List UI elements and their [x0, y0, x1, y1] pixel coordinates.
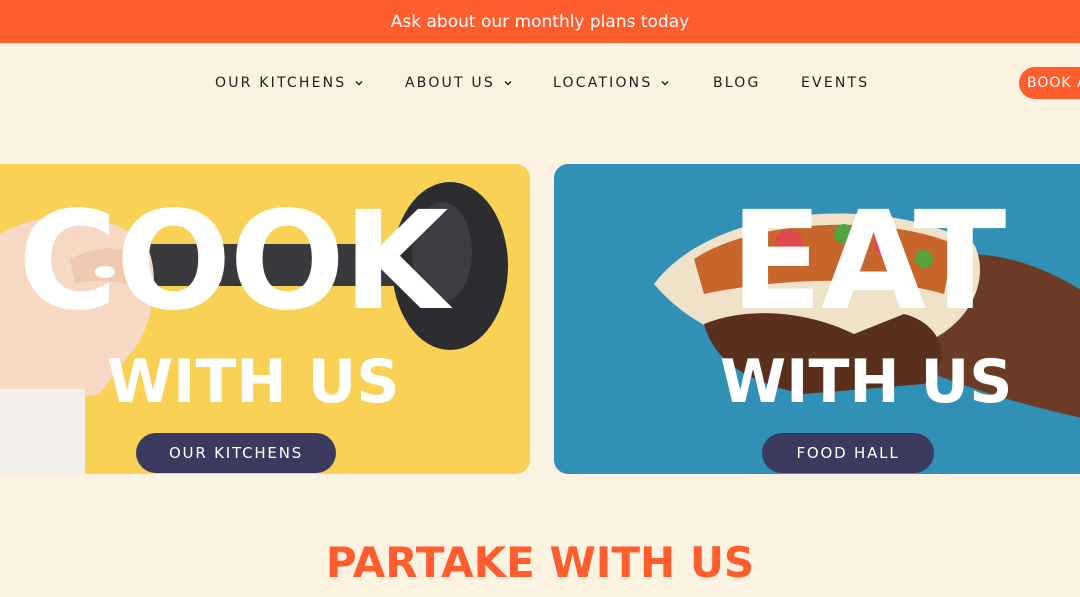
- book-button-label: BOOK A: [1027, 75, 1080, 91]
- nav-item-our-kitchens[interactable]: OUR KITCHENS: [215, 75, 364, 91]
- section-title: PARTAKE WITH US: [325, 538, 755, 587]
- main-nav: OUR KITCHENS ABOUT US LOCATIONS BLOG EVE…: [0, 43, 1080, 123]
- food-hall-button[interactable]: FOOD HALL: [762, 433, 934, 473]
- chevron-down-icon: [355, 81, 363, 86]
- our-kitchens-button-label: OUR KITCHENS: [168, 444, 304, 462]
- book-button[interactable]: BOOK A: [1019, 67, 1080, 99]
- cook-card: COOK WITH US OUR KITCHENS: [0, 164, 530, 474]
- eat-card: EAT WITH US FOOD HALL: [554, 164, 1080, 474]
- nav-item-blog[interactable]: BLOG: [713, 75, 761, 91]
- nav-item-label: LOCATIONS: [553, 75, 653, 91]
- nav-item-label: BLOG: [713, 75, 761, 91]
- announcement-bar: Ask about our monthly plans today: [0, 0, 1080, 43]
- cook-with-us: WITH US: [107, 347, 400, 417]
- nav-item-events[interactable]: EVENTS: [801, 75, 869, 91]
- nav-item-label: OUR KITCHENS: [215, 75, 347, 91]
- eat-word: EAT: [730, 183, 1006, 341]
- nav-item-locations[interactable]: LOCATIONS: [553, 75, 670, 91]
- announcement-text: Ask about our monthly plans today: [390, 11, 690, 32]
- food-hall-button-label: FOOD HALL: [796, 444, 900, 462]
- nav-item-label: EVENTS: [801, 75, 870, 91]
- our-kitchens-button[interactable]: OUR KITCHENS: [136, 433, 336, 473]
- eat-with-us: WITH US: [720, 347, 1013, 417]
- chevron-down-icon: [504, 81, 512, 86]
- cook-word: COOK: [18, 183, 448, 341]
- nav-item-label: ABOUT US: [405, 75, 495, 91]
- nav-item-about-us[interactable]: ABOUT US: [405, 75, 513, 91]
- chevron-down-icon: [661, 81, 669, 86]
